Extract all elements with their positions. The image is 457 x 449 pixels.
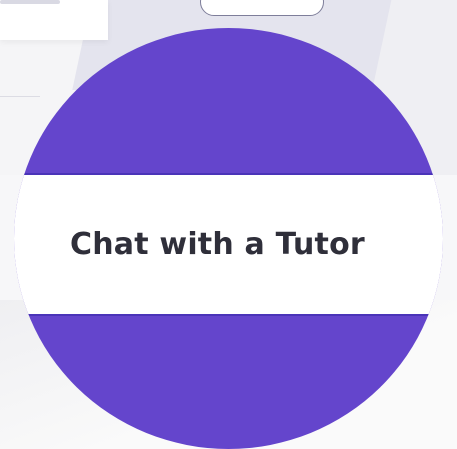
background-card <box>0 0 108 40</box>
background-card-line <box>0 0 60 4</box>
background-divider <box>0 96 40 97</box>
chat-with-tutor-button[interactable]: Chat with a Tutor <box>14 173 443 316</box>
page: Chat with a Tutor <box>0 0 457 449</box>
chat-with-tutor-label: Chat with a Tutor <box>70 227 365 262</box>
background-pill-button <box>200 0 324 16</box>
zoom-magnifier-circle: Chat with a Tutor <box>14 28 443 449</box>
